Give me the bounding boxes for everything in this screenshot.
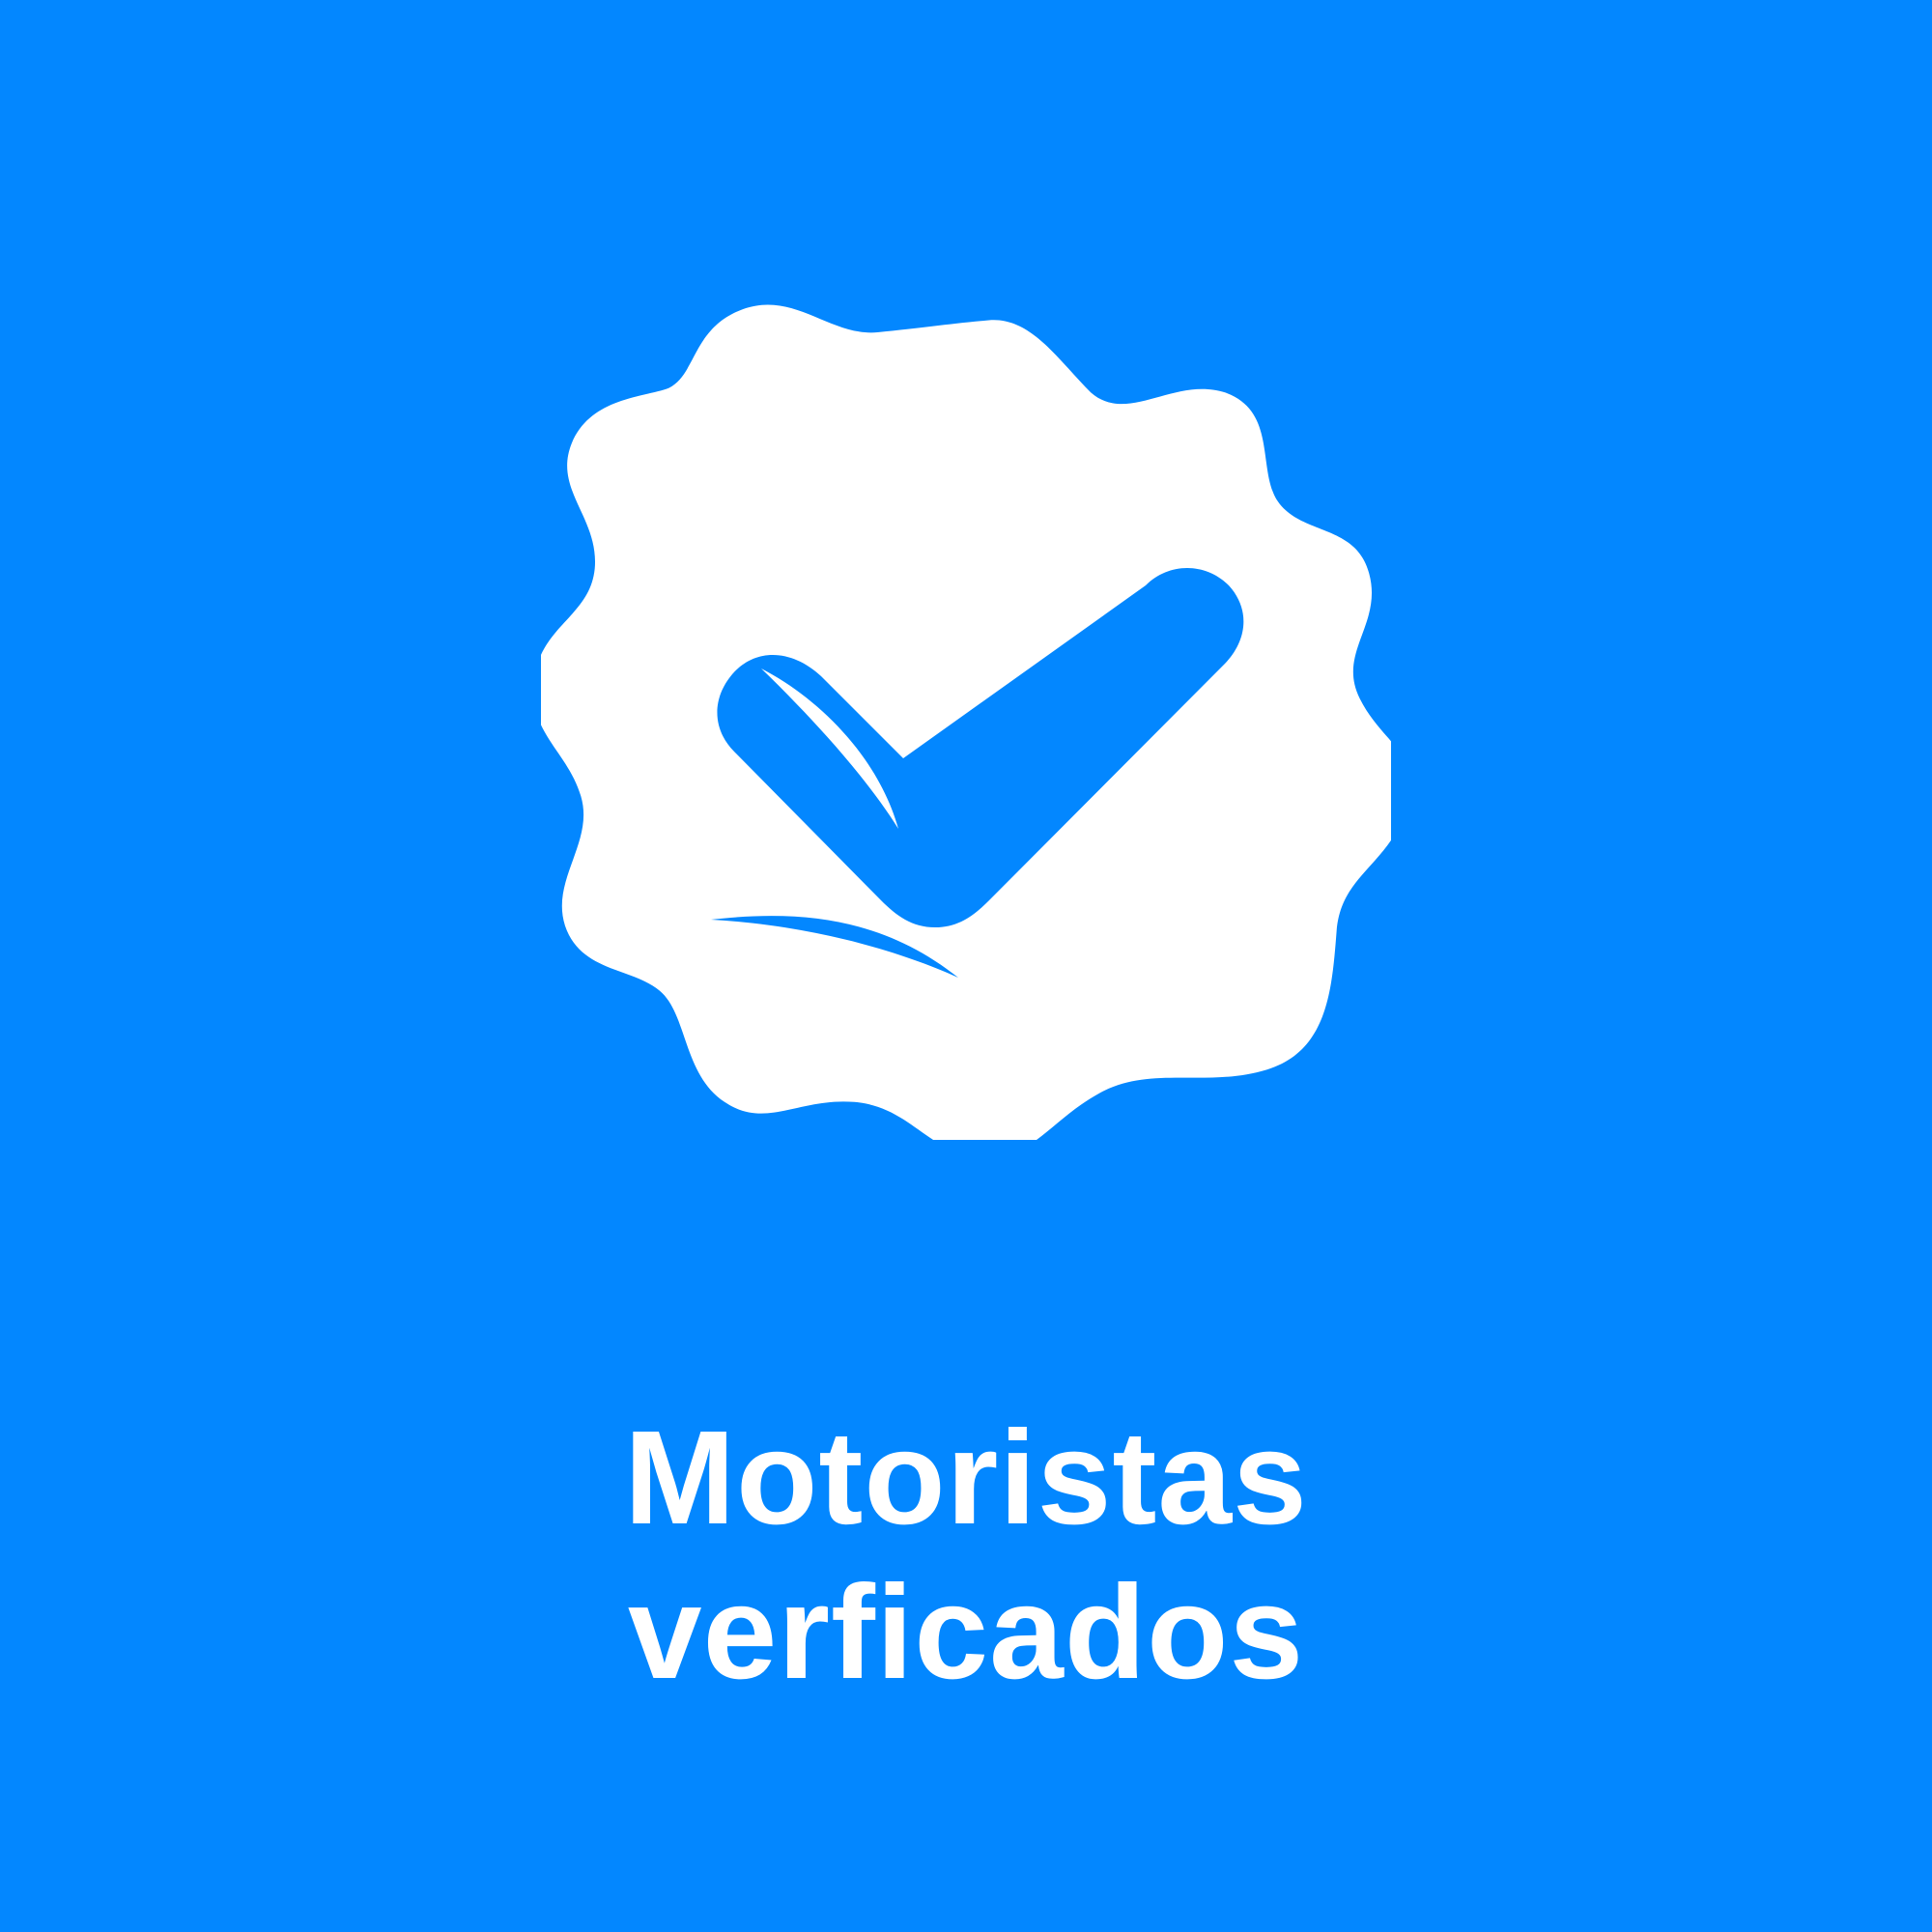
verified-check-badge-icon xyxy=(541,304,1391,1140)
verified-badge-icon xyxy=(541,290,1391,1140)
caption-line-2: verficados xyxy=(627,1558,1305,1707)
caption-line-1: Motoristas xyxy=(624,1404,1308,1552)
caption: Motoristas verficados xyxy=(0,1401,1932,1710)
